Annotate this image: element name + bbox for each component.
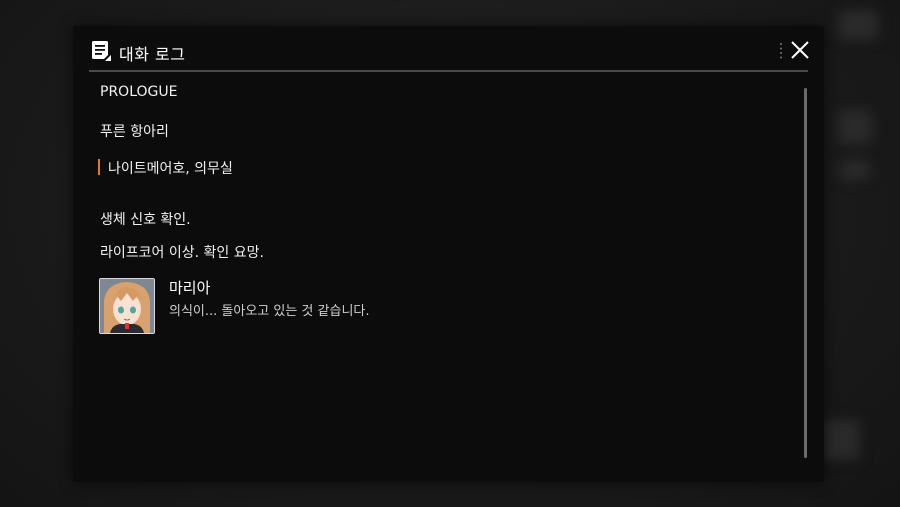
log-line: 라이프코어 이상. 확인 요망.: [100, 245, 264, 261]
speech-text: 의식이... 돌아오고 있는 것 같습니다.: [169, 304, 370, 319]
dialogue-log-panel: 대화 로그 PROLOGUE 푸른 항아리 나이트메어호, 의무실 생체 신호 …: [73, 26, 824, 482]
dotted-separator-icon: [779, 42, 783, 60]
speaker-avatar: [99, 278, 155, 334]
location-label: 나이트메어호, 의무실: [108, 161, 233, 177]
episode-title: 푸른 항아리: [100, 124, 169, 140]
close-button[interactable]: [789, 39, 811, 61]
close-icon: [791, 41, 809, 59]
speaker-name: 마리아: [169, 279, 211, 297]
header-divider: [89, 70, 808, 72]
log-header: 대화 로그: [89, 38, 809, 72]
scrollbar[interactable]: [804, 88, 807, 458]
dialog-title: 대화 로그: [119, 45, 186, 64]
chapter-label: PROLOGUE: [100, 84, 178, 100]
location-marker: [98, 159, 100, 175]
log-line: 생체 신호 확인.: [100, 212, 191, 228]
scrollbar-thumb[interactable]: [804, 88, 807, 458]
log-document-icon: [91, 40, 111, 62]
